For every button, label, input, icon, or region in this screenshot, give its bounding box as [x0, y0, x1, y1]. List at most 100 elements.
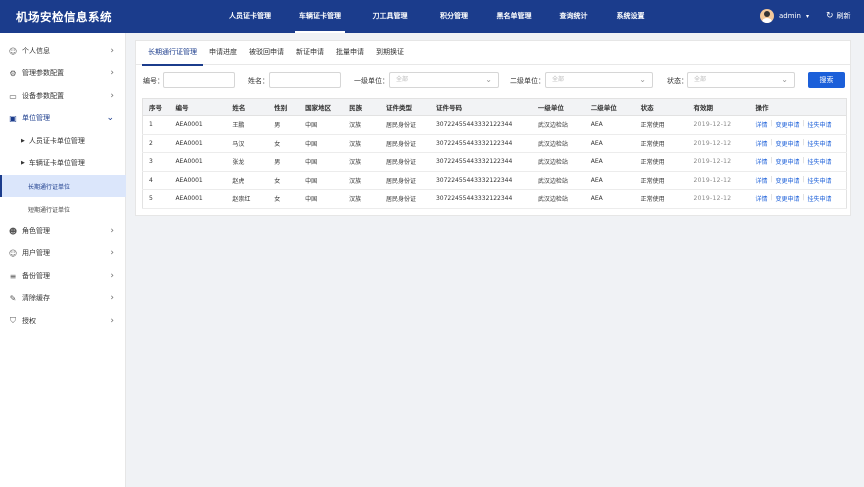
sidebar-item-label: 备份管理	[22, 272, 50, 280]
details-link[interactable]: 详情	[755, 194, 767, 203]
role-icon: ☻	[8, 226, 18, 236]
cell-country: 中国	[299, 134, 344, 153]
tab-long-term-pass[interactable]: 长期通行证管理	[142, 41, 203, 66]
change-request-link[interactable]: 变更申请	[776, 120, 800, 129]
sidebar-leaf-short-term-unit[interactable]: 短期通行证单位	[0, 198, 126, 220]
unit2-select[interactable]: 全部 ⌄	[545, 72, 653, 88]
table-row: 4 AEA0001 赵虎女中国 汉族 居民身份证 30722455443332122344…	[142, 171, 847, 190]
cell-index: 2	[142, 134, 170, 153]
nav-item-points[interactable]: 积分管理	[425, 0, 483, 33]
change-request-link[interactable]: 变更申请	[776, 139, 800, 148]
sidebar-sub-vehicle-card-unit[interactable]: ▶ 车辆证卡单位管理	[0, 152, 126, 174]
unit1-select[interactable]: 全部 ⌄	[389, 72, 499, 88]
th-expiry: 有效期	[687, 98, 750, 116]
report-loss-link[interactable]: 挂失申请	[808, 157, 832, 166]
details-link[interactable]: 详情	[755, 176, 767, 185]
cell-status: 正常使用	[634, 134, 688, 153]
sidebar-leaf-long-term-unit[interactable]: 长期通行证单位	[0, 175, 126, 197]
cell-unit1: 武汉边检站	[531, 189, 585, 209]
refresh-button[interactable]: ↻ 刷新	[826, 11, 851, 21]
cell-id-number: 30722455443332122344	[429, 134, 532, 153]
table-row: 3 AEA0001 张龙男中国 汉族 居民身份证 30722455443332122344…	[142, 152, 847, 172]
chevron-right-icon: ›	[110, 248, 114, 258]
status-label: 状态：	[667, 77, 688, 85]
details-link[interactable]: 详情	[755, 139, 767, 148]
code-input[interactable]	[163, 72, 235, 88]
sidebar-sub-label: 车辆证卡单位管理	[28, 159, 85, 167]
chevron-right-icon: ›	[110, 271, 114, 281]
cell-ethnicity: 汉族	[343, 134, 381, 153]
user-icon: ☺	[8, 46, 18, 56]
sidebar-item-user-management[interactable]: ☺ 用户管理 ›	[0, 242, 126, 264]
cell-status: 正常使用	[634, 152, 688, 172]
sidebar-item-label: 管理参数配置	[22, 69, 64, 77]
cell-expiry: 2019-12-12	[687, 189, 750, 209]
tab-batch-application[interactable]: 批量申请	[330, 41, 370, 65]
nav-item-person-card[interactable]: 人员证卡管理	[215, 0, 285, 33]
sidebar-item-role-management[interactable]: ☻ 角色管理 ›	[0, 220, 126, 242]
details-link[interactable]: 详情	[755, 120, 767, 129]
cell-id-type: 居民身份证	[380, 171, 430, 190]
cell-gender: 女	[268, 189, 300, 209]
code-label: 编号：	[143, 77, 164, 85]
cell-unit2: AEA	[584, 134, 635, 153]
refresh-label: 刷新	[836, 12, 851, 20]
device-icon: ▭	[9, 91, 17, 101]
sidebar-item-device-params[interactable]: ▭ 设备参数配置 ›	[0, 85, 126, 107]
sidebar-item-clear-cache[interactable]: ✎ 清除缓存 ›	[0, 287, 126, 309]
cell-index: 5	[142, 189, 170, 209]
cell-unit1: 武汉边检站	[531, 115, 585, 135]
cell-id-type: 居民身份证	[380, 134, 430, 153]
report-loss-link[interactable]: 挂失申请	[808, 194, 832, 203]
change-request-link[interactable]: 变更申请	[776, 194, 800, 203]
change-request-link[interactable]: 变更申请	[776, 176, 800, 185]
nav-item-blacklist[interactable]: 黑名单管理	[483, 0, 545, 33]
sidebar-item-unit-management[interactable]: ▣ 单位管理 ⌄	[0, 107, 126, 129]
cell-actions: 详情 | 变更申请 | 挂失申请	[749, 189, 847, 209]
tab-rejected-applications[interactable]: 被驳回申请	[243, 41, 290, 65]
refresh-icon: ↻	[826, 10, 834, 21]
user-menu[interactable]: admin ▾	[760, 9, 809, 23]
th-code: 编号	[169, 98, 227, 116]
clear-icon: ✎	[9, 293, 17, 303]
cell-unit1: 武汉边检站	[531, 171, 585, 190]
cell-expiry: 2019-12-12	[687, 152, 750, 172]
sidebar-item-personal-info[interactable]: ☺ 个人信息 ›	[0, 40, 126, 62]
sidebar-sub-person-card-unit[interactable]: ▶ 人员证卡单位管理	[0, 130, 126, 152]
search-button[interactable]: 搜索	[808, 72, 845, 88]
cell-id-number: 30722455443332122344	[429, 171, 532, 190]
chevron-right-icon: ›	[110, 46, 114, 56]
tab-new-application[interactable]: 新证申请	[290, 41, 330, 65]
cell-code: AEA0001	[169, 171, 227, 190]
chevron-down-icon: ⌄	[106, 113, 114, 123]
name-label: 姓名：	[248, 77, 269, 85]
report-loss-link[interactable]: 挂失申请	[808, 120, 832, 129]
sidebar-item-manage-params[interactable]: ⚙ 管理参数配置 ›	[0, 62, 126, 84]
report-loss-link[interactable]: 挂失申请	[808, 176, 832, 185]
nav-item-system-settings[interactable]: 系统设置	[602, 0, 659, 33]
nav-item-tools[interactable]: 刀工具管理	[355, 0, 425, 33]
chevron-down-icon: ⌄	[781, 75, 788, 84]
name-input[interactable]	[269, 72, 341, 88]
details-link[interactable]: 详情	[755, 157, 767, 166]
nav-item-vehicle-card[interactable]: 车辆证卡管理	[285, 0, 355, 33]
cell-country: 中国	[299, 152, 344, 172]
sidebar-item-backup-management[interactable]: ≡ 备份管理 ›	[0, 265, 126, 287]
action-divider: |	[770, 138, 773, 146]
users-icon: ☺	[8, 248, 18, 258]
chevron-down-icon: ⌄	[485, 75, 492, 84]
nav-item-statistics[interactable]: 查询统计	[545, 0, 602, 33]
table-header-row: 序号 编号 姓名 性别 国家地区 民族 证件类型 证件号码 一级单位 二级单位 …	[142, 98, 847, 116]
unit1-label: 一级单位：	[354, 77, 389, 85]
sidebar-item-authorization[interactable]: ⛉ 授权 ›	[0, 310, 126, 332]
change-request-link[interactable]: 变更申请	[776, 157, 800, 166]
tab-expiry-renewal[interactable]: 到期换证	[370, 41, 410, 65]
app-title: 机场安检信息系统	[16, 10, 112, 24]
tab-application-progress[interactable]: 申请进度	[203, 41, 243, 65]
cell-unit2: AEA	[584, 171, 635, 190]
report-loss-link[interactable]: 挂失申请	[808, 139, 832, 148]
settings-icon: ⚙	[9, 68, 17, 78]
cell-gender: 女	[268, 171, 300, 190]
sidebar-item-label: 授权	[22, 317, 36, 325]
status-select[interactable]: 全部 ⌄	[687, 72, 795, 88]
